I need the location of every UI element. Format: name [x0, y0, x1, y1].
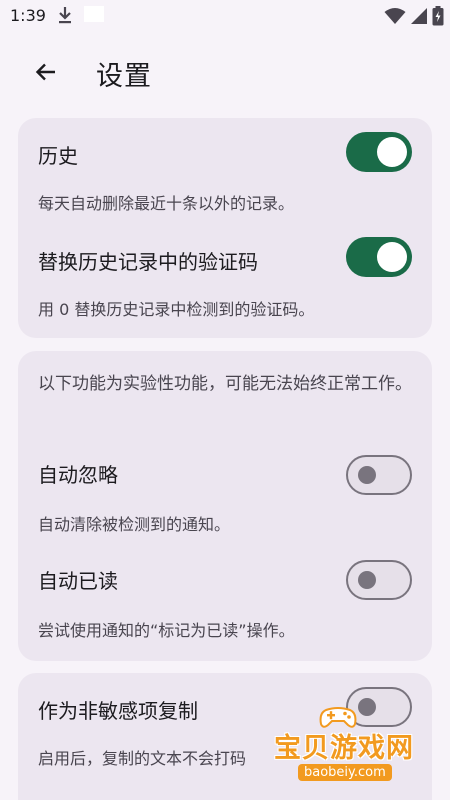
experimental-notice: 以下功能为实验性功能，可能无法始终正常工作。	[38, 374, 412, 394]
back-button[interactable]	[28, 54, 64, 90]
replace-code-switch[interactable]	[346, 237, 412, 277]
watermark: 宝贝游戏网 baobeiy.com	[268, 707, 428, 788]
history-title: 历史	[38, 144, 78, 168]
experimental-settings-card: 以下功能为实验性功能，可能无法始终正常工作。 自动忽略 自动清除被检测到的通知。…	[18, 351, 432, 661]
replace-code-row[interactable]: 替换历史记录中的验证码 用 0 替换历史记录中检测到的验证码。	[18, 228, 432, 338]
history-settings-card: 历史 每天自动删除最近十条以外的记录。 替换历史记录中的验证码 用 0 替换历史…	[18, 118, 432, 338]
auto-read-row[interactable]: 自动已读 尝试使用通知的“标记为已读”操作。	[18, 553, 432, 659]
auto-ignore-switch[interactable]	[346, 455, 412, 495]
page-title: 设置	[96, 61, 152, 92]
download-icon	[59, 7, 71, 24]
battery-icon	[432, 6, 444, 26]
auto-ignore-row[interactable]: 自动忽略 自动清除被检测到的通知。	[18, 447, 432, 553]
app-bar: 设置	[0, 40, 450, 104]
status-placeholder	[84, 6, 104, 22]
watermark-url: baobeiy.com	[298, 764, 392, 781]
switch-knob	[358, 571, 376, 589]
arrow-left-icon	[35, 63, 55, 81]
status-time: 1:39	[10, 6, 46, 25]
auto-read-switch[interactable]	[346, 560, 412, 600]
history-row[interactable]: 历史 每天自动删除最近十条以外的记录。	[18, 118, 432, 228]
signal-icon	[411, 8, 427, 24]
switch-knob	[377, 242, 407, 272]
copy-non-sensitive-title: 作为非敏感项复制	[38, 699, 198, 723]
wifi-icon	[384, 8, 406, 24]
history-switch[interactable]	[346, 132, 412, 172]
replace-code-subtitle: 用 0 替换历史记录中检测到的验证码。	[38, 300, 315, 319]
watermark-text: 宝贝游戏网	[274, 733, 414, 764]
switch-knob	[358, 466, 376, 484]
history-subtitle: 每天自动删除最近十条以外的记录。	[38, 194, 295, 213]
status-bar: 1:39	[0, 0, 450, 32]
auto-ignore-subtitle: 自动清除被检测到的通知。	[38, 515, 231, 534]
switch-knob	[377, 137, 407, 167]
auto-ignore-title: 自动忽略	[38, 463, 118, 487]
replace-code-title: 替换历史记录中的验证码	[38, 250, 258, 274]
auto-read-subtitle: 尝试使用通知的“标记为已读”操作。	[38, 621, 295, 640]
auto-read-title: 自动已读	[38, 569, 118, 593]
copy-non-sensitive-subtitle: 启用后，复制的文本不会打码	[38, 749, 247, 768]
